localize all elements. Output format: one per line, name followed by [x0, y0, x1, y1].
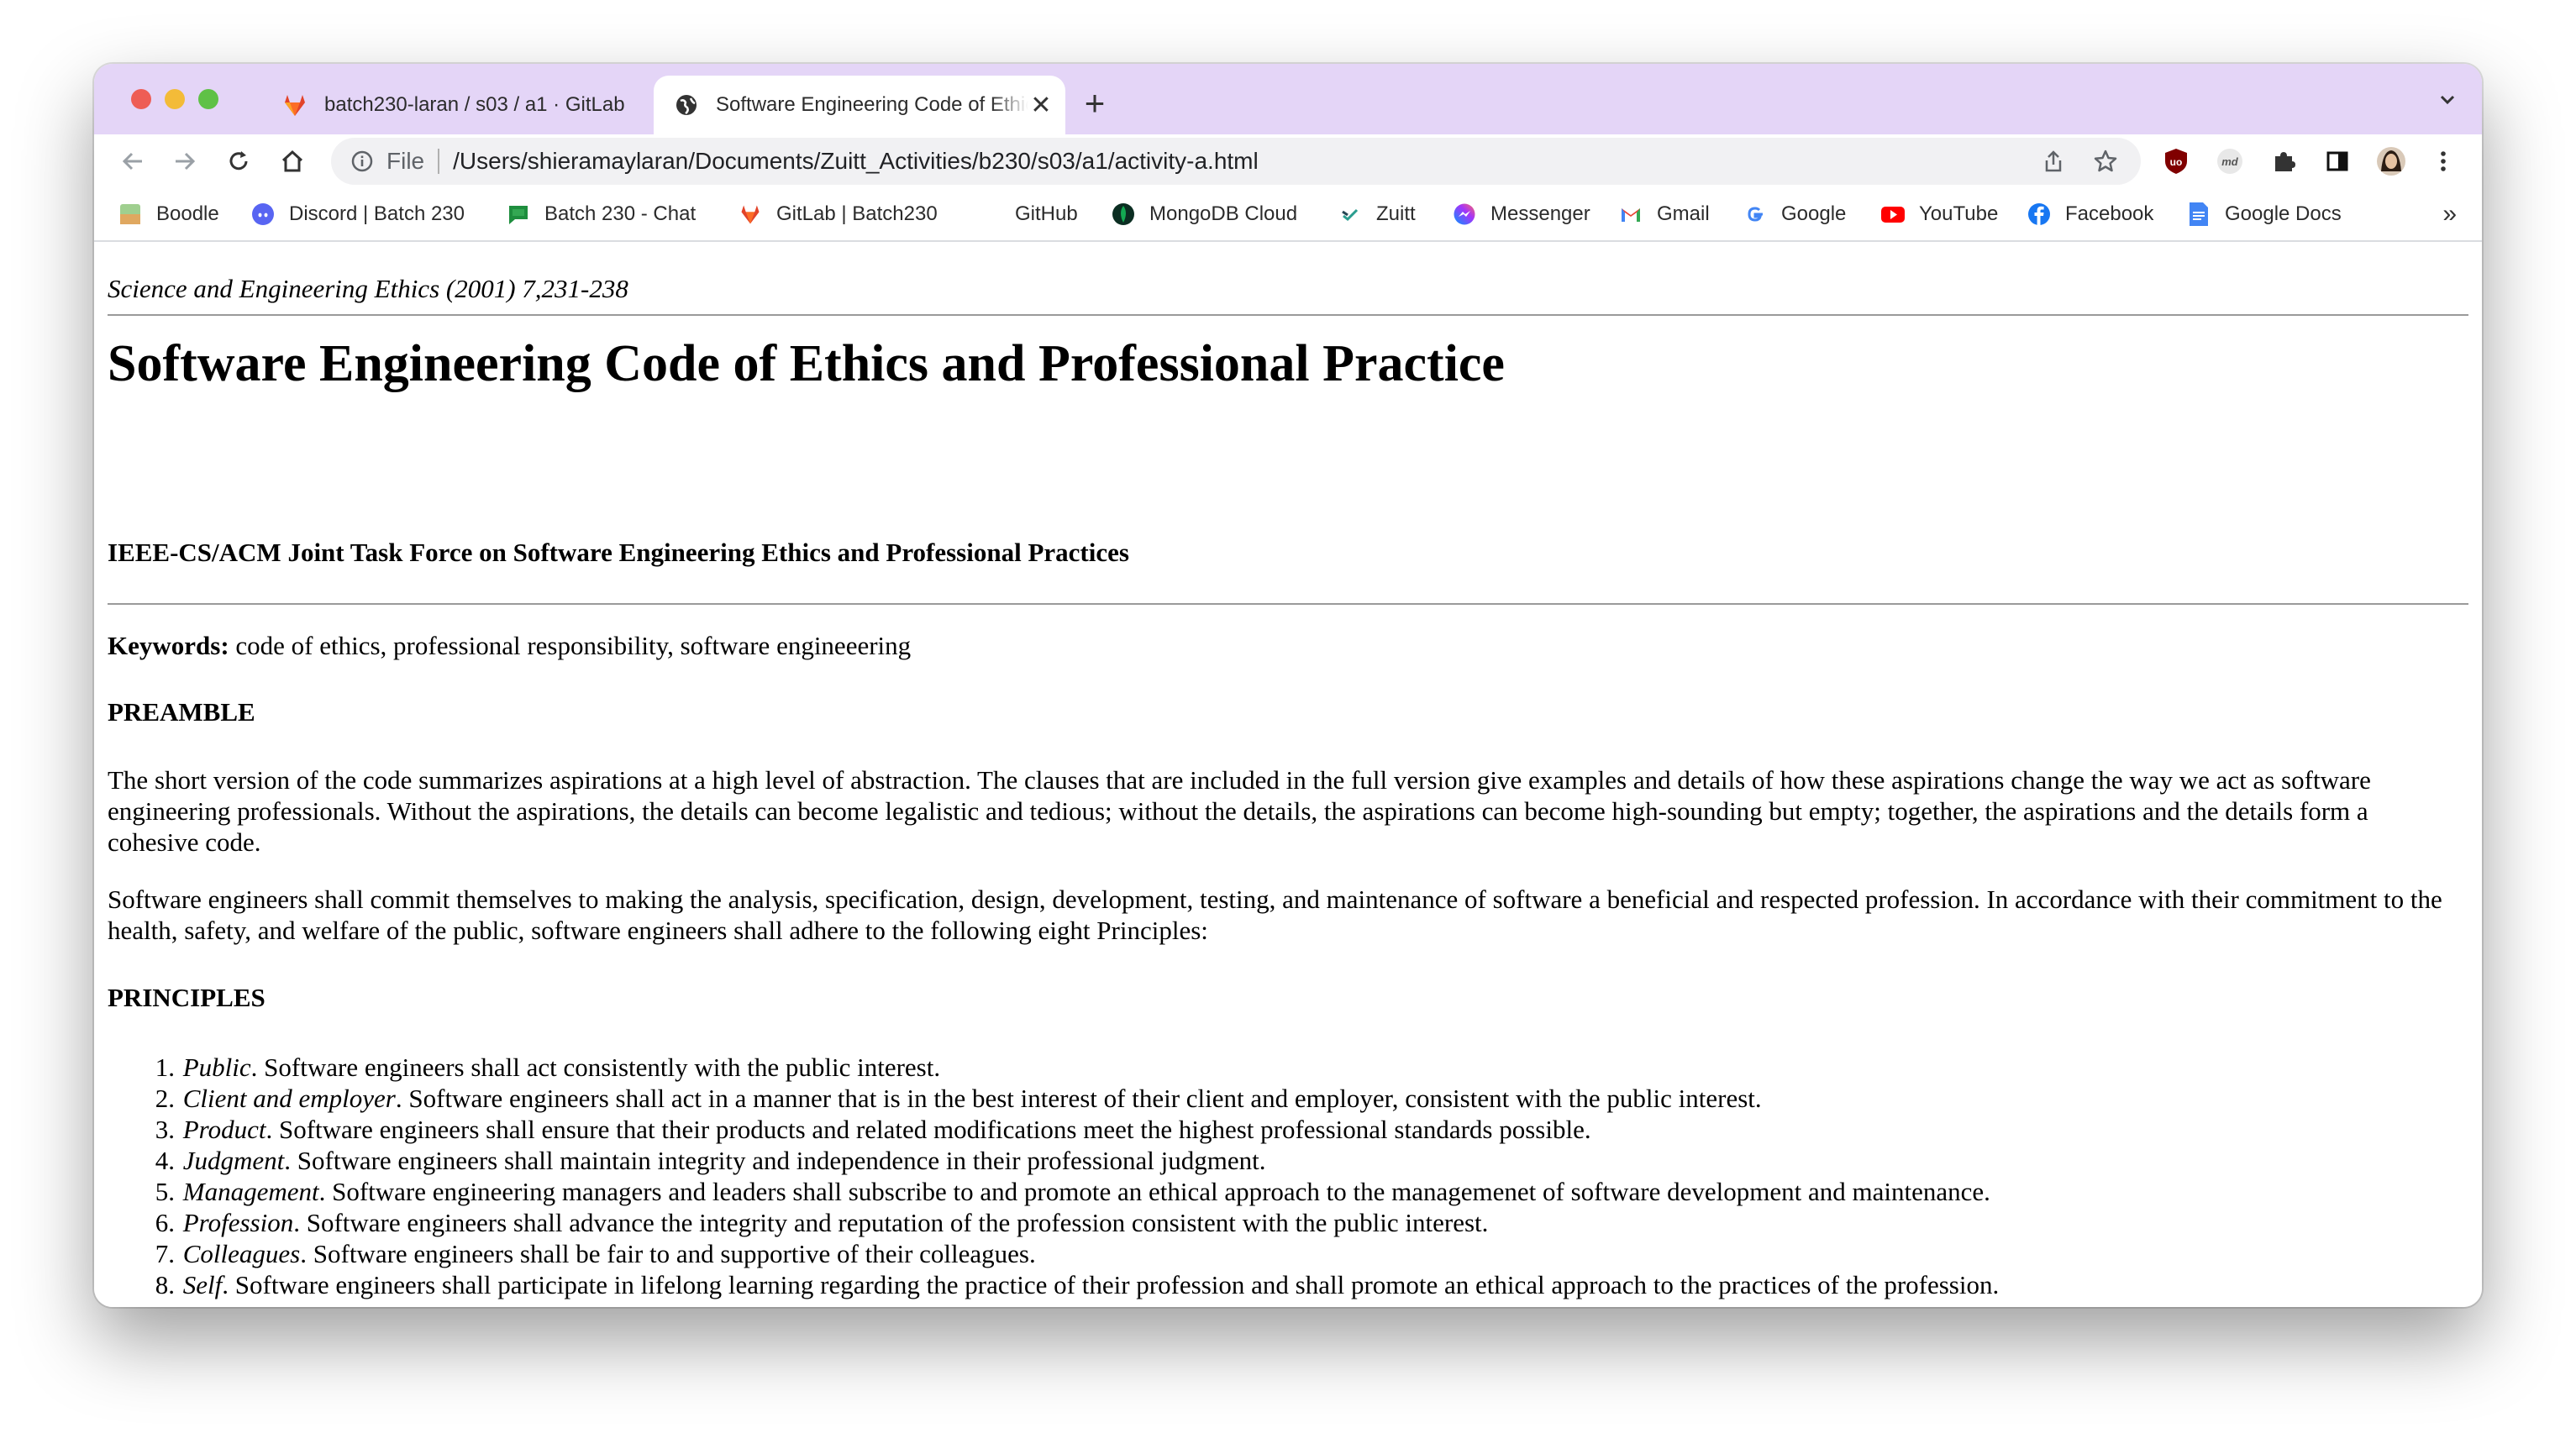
keywords-label: Keywords:: [108, 631, 229, 660]
journal-citation: Science and Engineering Ethics (2001) 7,…: [108, 274, 628, 303]
bookmark-zuitt[interactable]: Zuitt: [1338, 198, 1416, 230]
tab-ethics[interactable]: Software Engineering Code of Ethics ✕: [654, 76, 1065, 134]
url-scheme-label: File: [386, 148, 425, 174]
messenger-icon: [1452, 202, 1477, 227]
gmail-icon: [1618, 202, 1643, 227]
list-item: 4. Judgment. Software engineers shall ma…: [155, 1146, 1266, 1175]
list-item: 6. Profession. Software engineers shall …: [155, 1208, 1489, 1237]
home-icon[interactable]: [276, 144, 309, 178]
close-tab-icon[interactable]: ✕: [1028, 91, 1054, 120]
bookmark-youtube[interactable]: YouTube: [1880, 198, 1998, 230]
side-panel-icon[interactable]: [2321, 144, 2354, 178]
minimize-window-button[interactable]: [165, 89, 185, 109]
bookmark-label: YouTube: [1919, 202, 1999, 225]
bookmark-messenger[interactable]: Messenger: [1452, 198, 1590, 230]
svg-text:md: md: [2221, 155, 2239, 168]
svg-text:uo: uo: [2170, 156, 2183, 168]
chevron-down-icon[interactable]: [2433, 86, 2462, 114]
profile-avatar[interactable]: [2374, 144, 2408, 178]
preamble-heading: PREAMBLE: [108, 697, 255, 727]
tab-title: Software Engineering Code of Ethics: [716, 93, 1028, 116]
ublock-icon[interactable]: uo: [2159, 144, 2193, 178]
address-bar[interactable]: File /Users/shieramaylaran/Documents/Zui…: [331, 138, 2141, 185]
preamble-paragraph-1: The short version of the code summarizes…: [108, 765, 2371, 857]
list-item: 1. Public. Software engineers shall act …: [155, 1052, 941, 1082]
bookmark-label: GitHub: [1015, 202, 1078, 225]
zuitt-icon: [1338, 202, 1363, 227]
reload-icon[interactable]: [222, 144, 255, 178]
bookmark-mongodb[interactable]: MongoDB Cloud: [1111, 198, 1297, 230]
bookmark-label: Facebook: [2065, 202, 2154, 225]
bookmark-label: Google: [1781, 202, 1847, 225]
list-item: 5. Management. Software engineering mana…: [155, 1177, 1990, 1206]
bookmark-boodle[interactable]: Boodle: [118, 198, 219, 230]
globe-icon: [672, 91, 701, 119]
browser-toolbar: File /Users/shieramaylaran/Documents/Zui…: [94, 134, 2482, 188]
url-text[interactable]: /Users/shieramaylaran/Documents/Zuitt_Ac…: [453, 148, 2037, 175]
github-icon: [976, 202, 1001, 227]
bookmark-label: MongoDB Cloud: [1149, 202, 1298, 225]
new-tab-button[interactable]: +: [1074, 82, 1116, 124]
bookmark-label: Messenger: [1490, 202, 1590, 225]
gitlab-icon: [738, 202, 763, 227]
info-icon[interactable]: [350, 149, 375, 174]
tab-strip: batch230-laran / s03 / a1 · GitLab ✕ Sof…: [94, 64, 2482, 134]
markdown-extension-icon[interactable]: md: [2213, 144, 2247, 178]
share-icon[interactable]: [2037, 144, 2070, 178]
horizontal-rule: [108, 314, 2468, 316]
principles-list: 1. Public. Software engineers shall act …: [108, 1052, 1999, 1300]
bookmark-label: Discord | Batch 230: [289, 202, 465, 225]
bookmark-label: Gmail: [1657, 202, 1710, 225]
bookmark-google-docs[interactable]: Google Docs: [2186, 198, 2342, 230]
close-window-button[interactable]: [131, 89, 151, 109]
bookmark-google[interactable]: Google: [1743, 198, 1846, 230]
maximize-window-button[interactable]: [198, 89, 218, 109]
bookmark-label: Google Docs: [2225, 202, 2342, 225]
list-item: 3. Product. Software engineers shall ens…: [155, 1115, 1591, 1144]
discord-icon: [250, 202, 276, 227]
horizontal-rule: [108, 603, 2468, 605]
list-item: 8. Self. Software engineers shall partic…: [155, 1270, 2000, 1299]
forward-icon[interactable]: [168, 144, 202, 178]
youtube-icon: [1880, 202, 1906, 227]
boodle-icon: [118, 202, 143, 227]
extensions-puzzle-icon[interactable]: [2267, 144, 2300, 178]
list-item: 2. Client and employer. Software enginee…: [155, 1084, 1762, 1113]
list-item: 7. Colleagues. Software engineers shall …: [155, 1239, 1036, 1268]
page-subtitle: IEEE-CS/ACM Joint Task Force on Software…: [108, 538, 1129, 567]
bookmark-star-icon[interactable]: [2089, 144, 2122, 178]
gitlab-icon: [281, 91, 309, 119]
bookmark-facebook[interactable]: Facebook: [2027, 198, 2153, 230]
google-chat-icon: [506, 202, 531, 227]
divider: [438, 149, 440, 174]
google-docs-icon: [2186, 202, 2211, 227]
bookmarks-overflow-button[interactable]: »: [2442, 200, 2457, 228]
bookmark-gitlab[interactable]: GitLab | Batch230: [738, 198, 938, 230]
bookmark-gmail[interactable]: Gmail: [1618, 198, 1710, 230]
page-title: Software Engineering Code of Ethics and …: [108, 335, 1505, 392]
google-icon: [1743, 202, 1768, 227]
bookmarks-bar: Boodle Discord | Batch 230 Batch 230 - C…: [94, 188, 2482, 242]
bookmark-label: Boodle: [156, 202, 219, 225]
bookmark-discord[interactable]: Discord | Batch 230: [250, 198, 465, 230]
page-content: Science and Engineering Ethics (2001) 7,…: [94, 242, 2482, 1307]
kebab-menu-icon[interactable]: [2426, 144, 2460, 178]
mongodb-icon: [1111, 202, 1136, 227]
browser-window: batch230-laran / s03 / a1 · GitLab ✕ Sof…: [94, 64, 2482, 1307]
bookmark-github[interactable]: GitHub: [976, 198, 1078, 230]
back-icon[interactable]: [116, 144, 150, 178]
keywords-line: Keywords: code of ethics, professional r…: [108, 630, 2452, 661]
bookmark-batch-chat[interactable]: Batch 230 - Chat: [506, 198, 696, 230]
preamble-paragraph-2: Software engineers shall commit themselv…: [108, 884, 2442, 945]
bookmark-label: Zuitt: [1376, 202, 1416, 225]
principles-heading: PRINCIPLES: [108, 983, 265, 1012]
keywords-text: code of ethics, professional responsibil…: [235, 631, 912, 660]
bookmark-label: GitLab | Batch230: [776, 202, 938, 225]
bookmark-label: Batch 230 - Chat: [544, 202, 697, 225]
tab-title: batch230-laran / s03 / a1 · GitLab: [324, 93, 625, 116]
facebook-icon: [2027, 202, 2052, 227]
